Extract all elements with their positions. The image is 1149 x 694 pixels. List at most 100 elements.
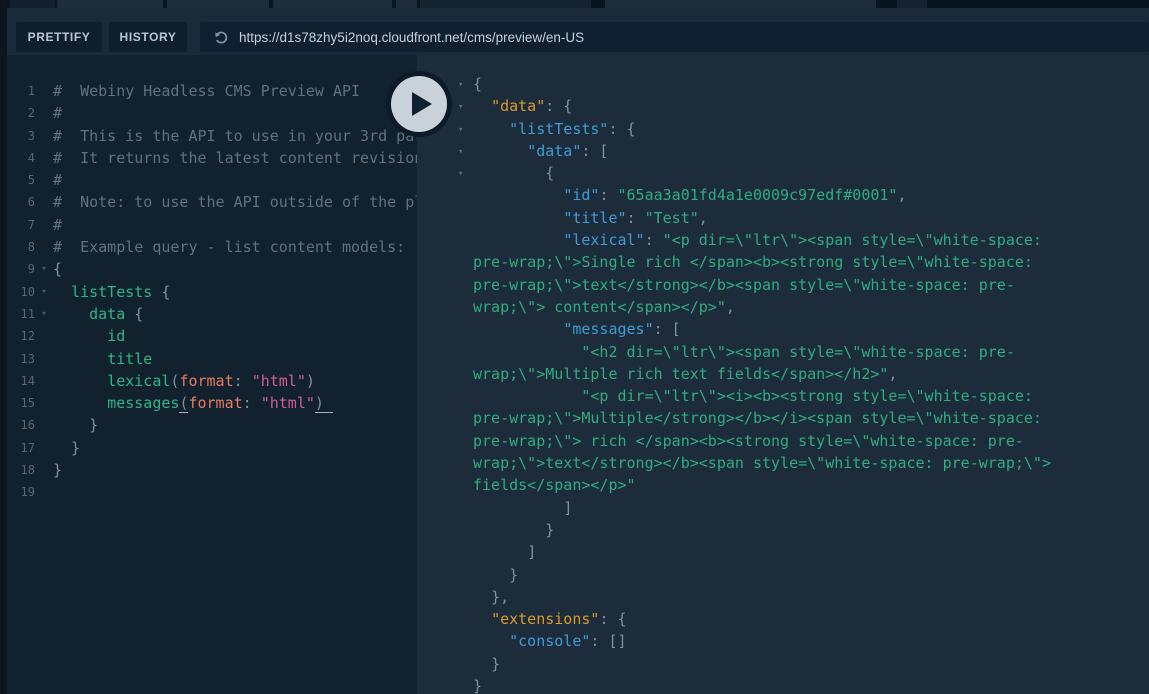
code-token: ]: [473, 499, 572, 517]
code-token: [473, 120, 509, 138]
response-line: },: [473, 586, 1068, 608]
tab-partial[interactable]: [420, 0, 591, 8]
fold-arrow-icon[interactable]: ▾: [458, 96, 463, 118]
code-token: {: [125, 305, 143, 323]
code-token: lexical: [107, 372, 170, 390]
code-token: }: [53, 439, 80, 457]
code-token: "data": [527, 142, 581, 160]
code-token: {: [152, 283, 170, 301]
code-token: },: [473, 588, 509, 606]
editor-line: 1# Webiny Headless CMS Preview API: [7, 80, 417, 102]
editor-code: data {: [53, 303, 417, 325]
code-token: [473, 343, 581, 361]
editor-line: 5#: [7, 169, 417, 191]
code-token: [473, 209, 563, 227]
editor-code: }: [53, 459, 417, 481]
fold-arrow-icon[interactable]: ▾: [458, 163, 463, 185]
code-token: [53, 394, 107, 412]
code-token: : {: [545, 97, 572, 115]
editor-code: #: [53, 102, 417, 124]
line-number: 10: [7, 281, 35, 303]
url-input[interactable]: [239, 30, 1149, 45]
response-line: "messages": [: [473, 318, 1068, 340]
line-number: 2: [7, 102, 35, 124]
editor-line: 16 }: [7, 414, 417, 436]
code-token: "html": [261, 394, 315, 412]
code-token: "extensions": [491, 610, 599, 628]
response-line: "extensions": {: [473, 608, 1068, 630]
response-line: }: [473, 564, 1068, 586]
fold-arrow-icon[interactable]: ▾: [458, 141, 463, 163]
graphql-playground-window: PRETTIFY HISTORY 1# Webiny Headless CMS …: [0, 0, 1149, 694]
tab-partial[interactable]: [605, 0, 876, 8]
code-token: :: [599, 186, 617, 204]
editor-code: {: [53, 258, 417, 280]
response-line: ▾{: [473, 73, 1068, 95]
code-token: data: [89, 305, 125, 323]
fold-arrow-icon[interactable]: ▾: [35, 303, 53, 325]
fold-arrow-spacer: [35, 414, 53, 436]
code-token: ,: [888, 365, 897, 383]
code-token: ]: [473, 543, 536, 561]
code-token: : {: [608, 120, 635, 138]
fold-arrow-icon[interactable]: ▾: [458, 119, 463, 141]
fold-arrow-spacer: [35, 147, 53, 169]
code-token: "html": [252, 372, 306, 390]
url-bar: [200, 22, 1149, 52]
code-token: "title": [563, 209, 626, 227]
editor-line: 12 id: [7, 325, 417, 347]
tab-partial[interactable]: [897, 0, 927, 8]
fold-arrow-spacer: [35, 214, 53, 236]
fold-arrow-icon[interactable]: ▾: [35, 281, 53, 303]
editor-line: 6# Note: to use the API outside of the p…: [7, 191, 417, 213]
editor-code: # This is the API to use in your 3rd par…: [53, 125, 417, 147]
code-token: :: [243, 394, 261, 412]
code-token: [473, 387, 581, 405]
query-editor-pane[interactable]: 1# Webiny Headless CMS Preview API2#3# T…: [7, 55, 417, 694]
fold-arrow-spacer: [35, 80, 53, 102]
code-token: "65aa3a01fd4a1e0009c97edf#0001": [618, 186, 898, 204]
tab-partial[interactable]: [10, 0, 55, 8]
history-button[interactable]: HISTORY: [109, 22, 187, 52]
code-token: ,: [699, 209, 708, 227]
code-token: #: [53, 171, 62, 189]
line-number: 5: [7, 169, 35, 191]
code-token: }: [473, 566, 518, 584]
response-line: ▾ {: [473, 162, 1068, 184]
fold-arrow-spacer: [35, 437, 53, 459]
code-token: #: [53, 216, 62, 234]
tab-partial[interactable]: [396, 0, 417, 8]
editor-line: 4 # It returns the latest content revisio…: [7, 147, 417, 169]
code-token: [53, 327, 107, 345]
tab-partial[interactable]: [273, 0, 392, 8]
code-token: # Webiny Headless CMS Preview API: [53, 82, 360, 100]
code-token: "lexical": [563, 231, 644, 249]
line-number: 18: [7, 459, 35, 481]
code-token: }: [473, 677, 482, 694]
code-token: format: [179, 372, 233, 390]
response-line: "id": "65aa3a01fd4a1e0009c97edf#0001",: [473, 184, 1068, 206]
tab-partial[interactable]: [57, 0, 163, 8]
editor-code: # Note: to use the API outside of the pl…: [53, 191, 417, 213]
play-icon: [412, 92, 432, 116]
editor-line: 15 messages(format: "html"): [7, 392, 417, 414]
response-line: }: [473, 519, 1068, 541]
response-line: }: [473, 675, 1068, 694]
line-number: 19: [7, 481, 35, 503]
code-token: {: [473, 75, 482, 93]
line-number: 4: [7, 147, 35, 169]
prettify-button[interactable]: PRETTIFY: [16, 22, 102, 52]
tab-partial[interactable]: [167, 0, 269, 8]
fold-arrow-spacer: [35, 348, 53, 370]
fold-arrow-icon[interactable]: ▾: [458, 74, 463, 96]
code-token: : {: [599, 610, 626, 628]
response-pane[interactable]: ▾{▾ "data": {▾ "listTests": {▾ "data": […: [417, 55, 1149, 694]
fold-arrow-icon[interactable]: ▾: [35, 258, 53, 280]
execute-query-button[interactable]: [386, 71, 452, 137]
code-token: # This is the API to use in your 3rd par…: [53, 127, 417, 145]
code-token: # It returns the latest content revision…: [53, 149, 417, 167]
code-token: }: [53, 416, 98, 434]
reload-icon[interactable]: [213, 29, 230, 46]
code-token: title: [107, 350, 152, 368]
code-token: {: [53, 260, 62, 278]
